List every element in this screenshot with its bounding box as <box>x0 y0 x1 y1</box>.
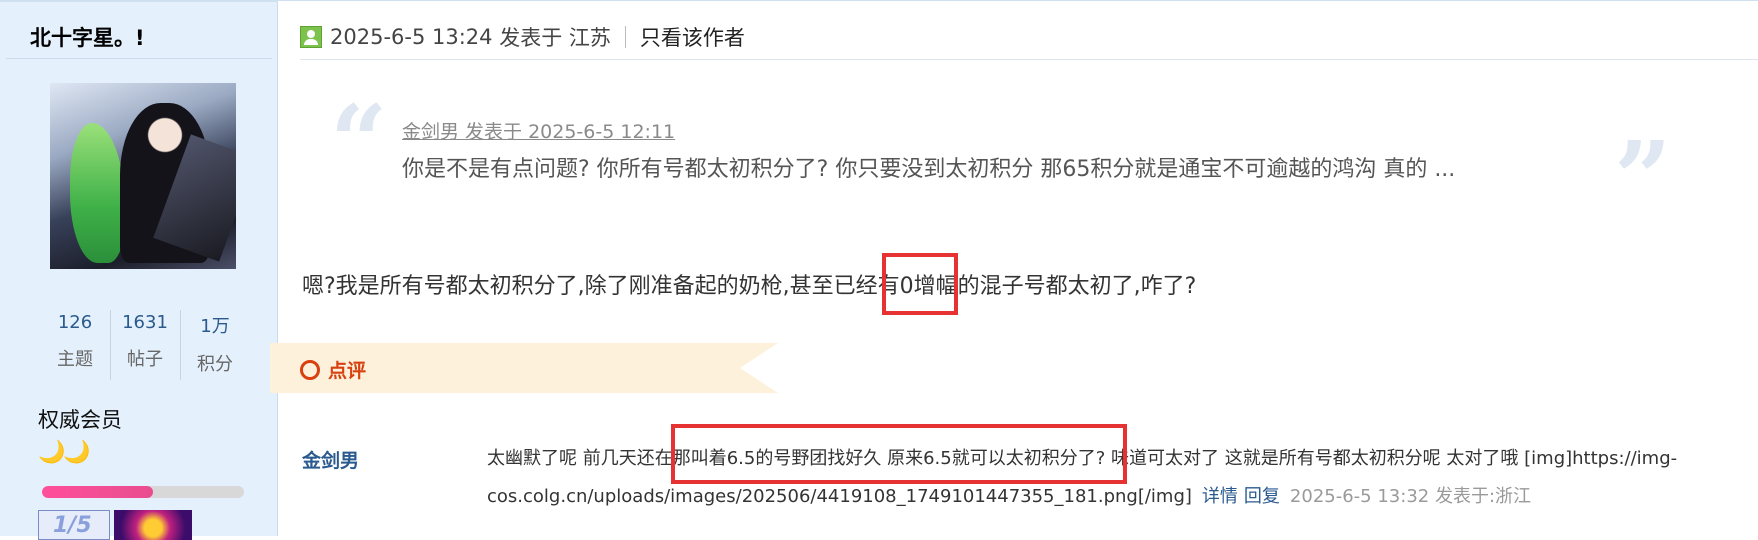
post-location: 江苏 <box>568 26 611 50</box>
online-user-icon <box>300 26 322 48</box>
comment-header: 点评 <box>300 356 366 383</box>
sidebar-top-border <box>0 0 278 2</box>
header-separator <box>624 26 626 48</box>
post-top-border <box>278 0 1758 1</box>
comment-timestamp: 2025-6-5 13:32 发表于:浙江 <box>1289 486 1532 507</box>
comment-header-label: 点评 <box>328 360 367 382</box>
comment-circle-icon <box>300 359 320 380</box>
avatar[interactable] <box>50 83 236 269</box>
stat-points-label: 积分 <box>197 354 233 375</box>
post-header: 2025-6-5 13:24 发表于 江苏 只看该作者 <box>300 22 745 52</box>
stat-points-value: 1万 <box>200 316 230 337</box>
stat-points[interactable]: 1万 积分 <box>180 310 250 380</box>
quote-close-icon: ” <box>1614 119 1672 237</box>
header-divider <box>300 59 1758 60</box>
username-divider <box>6 58 272 59</box>
quote-meta-link[interactable]: 金剑男 发表于 2025-6-5 12:11 <box>402 117 675 144</box>
username[interactable]: 北十字星。! <box>30 22 145 52</box>
quote-open-icon: “ <box>330 83 388 201</box>
only-author-link[interactable]: 只看该作者 <box>640 22 745 52</box>
stat-threads[interactable]: 126 主题 <box>40 310 110 380</box>
stat-threads-value: 126 <box>57 312 93 333</box>
level-progress-bar <box>42 486 244 498</box>
comment-author[interactable]: 金剑男 <box>302 446 359 473</box>
user-sidebar: 北十字星。! 126 主题 1631 帖子 1万 积分 权威会员 🌙🌙 1/5 <box>0 0 278 540</box>
stat-threads-label: 主题 <box>57 349 93 370</box>
comment-reply-link[interactable]: 回复 <box>1244 486 1280 507</box>
user-stats: 126 主题 1631 帖子 1万 积分 <box>40 310 250 380</box>
post-date: 2025-6-5 13:24 <box>330 25 493 49</box>
level-progress-fill <box>42 486 154 498</box>
stat-posts-label: 帖子 <box>127 349 163 370</box>
avatar-figure-left <box>70 123 125 263</box>
moon-level-icon: 🌙🌙 <box>38 440 91 465</box>
comment-text-line2: cos.colg.cn/uploads/images/202506/441910… <box>487 482 1531 508</box>
comment-text-line2-content: cos.colg.cn/uploads/images/202506/441910… <box>487 486 1192 507</box>
posted-at-label: 发表于 <box>499 26 563 50</box>
highlight-box <box>671 424 1127 484</box>
user-rank[interactable]: 权威会员 <box>38 404 122 434</box>
quote-text: 你是不是有点问题? 你所有号都太初积分了? 你只要没到太初积分 那65积分就是通… <box>402 157 1456 182</box>
comment-details-link[interactable]: 详情 <box>1202 486 1238 507</box>
stat-posts[interactable]: 1631 帖子 <box>110 310 180 380</box>
stat-posts-value: 1631 <box>122 312 168 333</box>
highlight-box <box>882 253 958 315</box>
post-body: 嗯?我是所有号都太初积分了,除了刚准备起的奶枪,甚至已经有0增幅的混子号都太初了… <box>302 274 1197 299</box>
